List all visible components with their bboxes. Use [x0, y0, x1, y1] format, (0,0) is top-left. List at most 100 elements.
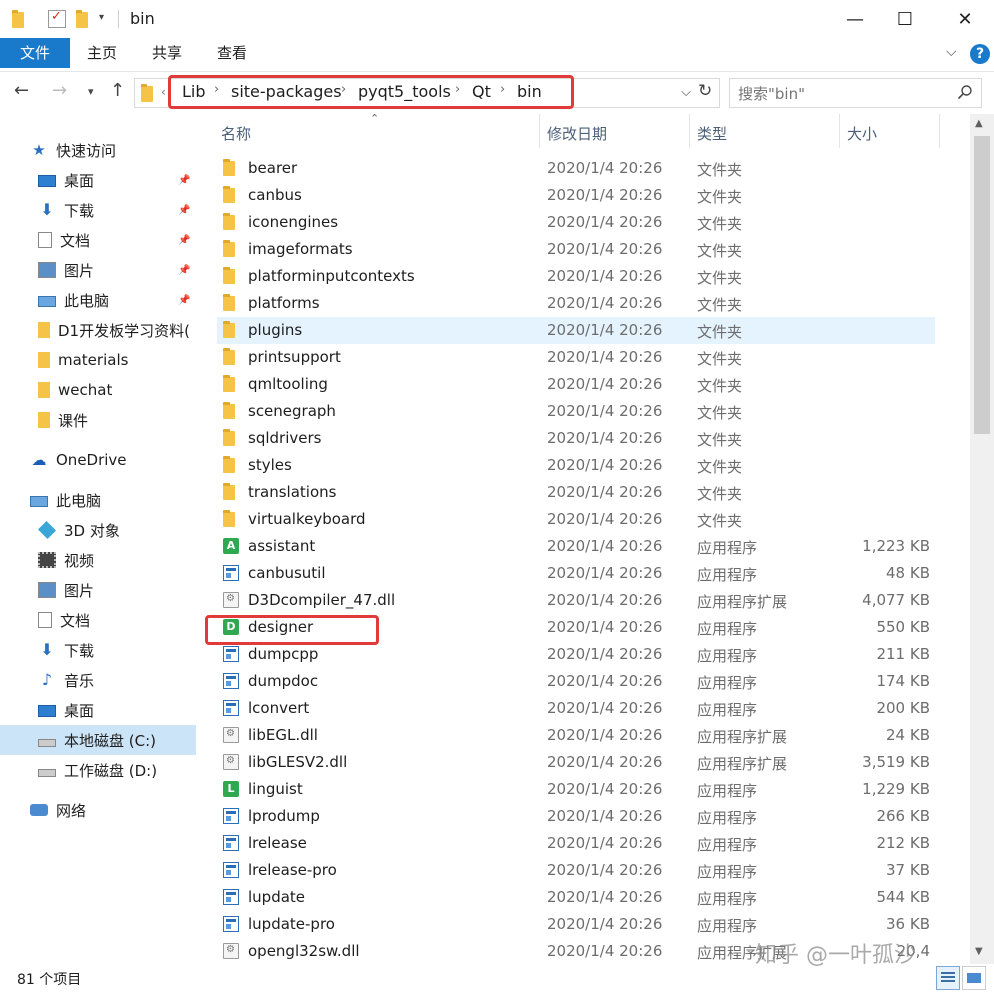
up-icon[interactable]: ↑: [110, 80, 125, 101]
vertical-scrollbar[interactable]: ▲ ▼: [970, 114, 994, 964]
nav-item[interactable]: ⬇ 下载: [0, 635, 196, 665]
file-row[interactable]: sqldrivers 2020/1/4 20:26 文件夹: [217, 425, 935, 452]
file-row[interactable]: canbusutil 2020/1/4 20:26 应用程序 48 KB: [217, 560, 935, 587]
column-size[interactable]: 大小: [847, 123, 877, 144]
tab-file[interactable]: 文件: [0, 38, 70, 68]
scrollbar-thumb[interactable]: [974, 136, 990, 434]
column-name[interactable]: 名称: [221, 123, 251, 144]
pin-icon[interactable]: 📌: [178, 175, 190, 186]
file-row[interactable]: dumpcpp 2020/1/4 20:26 应用程序 211 KB: [217, 641, 935, 668]
details-view-icon[interactable]: [936, 966, 960, 990]
file-row[interactable]: lrelease-pro 2020/1/4 20:26 应用程序 37 KB: [217, 857, 935, 884]
scroll-down-icon[interactable]: ▼: [975, 946, 983, 957]
file-row[interactable]: plugins 2020/1/4 20:26 文件夹: [217, 317, 935, 344]
file-row[interactable]: lprodump 2020/1/4 20:26 应用程序 266 KB: [217, 803, 935, 830]
forward-icon[interactable]: →: [52, 80, 67, 101]
breadcrumb-site-packages[interactable]: site-packages: [231, 82, 342, 101]
file-row[interactable]: qmltooling 2020/1/4 20:26 文件夹: [217, 371, 935, 398]
file-row[interactable]: virtualkeyboard 2020/1/4 20:26 文件夹: [217, 506, 935, 533]
search-box[interactable]: [729, 78, 982, 108]
nav-item[interactable]: ☁ OneDrive: [0, 445, 196, 475]
file-row[interactable]: iconengines 2020/1/4 20:26 文件夹: [217, 209, 935, 236]
nav-item[interactable]: 此电脑: [0, 485, 196, 515]
scroll-up-icon[interactable]: ▲: [975, 118, 983, 129]
search-input[interactable]: [738, 84, 948, 104]
file-row[interactable]: lrelease 2020/1/4 20:26 应用程序 212 KB: [217, 830, 935, 857]
nav-item[interactable]: wechat: [0, 375, 196, 405]
column-divider[interactable]: [539, 114, 540, 148]
nav-item[interactable]: 工作磁盘 (D:): [0, 755, 196, 785]
pin-icon[interactable]: 📌: [178, 265, 190, 276]
file-row[interactable]: Llinguist 2020/1/4 20:26 应用程序 1,229 KB: [217, 776, 935, 803]
expand-ribbon-icon[interactable]: ⌵: [946, 44, 957, 60]
refresh-icon[interactable]: ↻: [698, 81, 712, 101]
file-row[interactable]: translations 2020/1/4 20:26 文件夹: [217, 479, 935, 506]
tab-share[interactable]: 共享: [137, 38, 197, 68]
pin-icon[interactable]: 📌: [178, 235, 190, 246]
large-icons-view-icon[interactable]: [962, 966, 986, 990]
nav-item[interactable]: D1开发板学习资料(: [0, 315, 196, 345]
chevron-right-icon[interactable]: ›: [341, 82, 346, 97]
nav-item[interactable]: ★ 快速访问: [0, 135, 196, 165]
file-row[interactable]: lupdate-pro 2020/1/4 20:26 应用程序 36 KB: [217, 911, 935, 938]
file-row[interactable]: imageformats 2020/1/4 20:26 文件夹: [217, 236, 935, 263]
chevron-right-icon[interactable]: ›: [455, 82, 460, 97]
file-type: 文件夹: [697, 350, 743, 368]
file-row[interactable]: libGLESV2.dll 2020/1/4 20:26 应用程序扩展 3,519 K…: [217, 749, 935, 776]
nav-item[interactable]: 图片: [0, 575, 196, 605]
nav-item[interactable]: 文档 📌: [0, 225, 196, 255]
breadcrumb-lib[interactable]: Lib: [182, 82, 206, 101]
file-row[interactable]: canbus 2020/1/4 20:26 文件夹: [217, 182, 935, 209]
column-type[interactable]: 类型: [697, 123, 727, 144]
file-row[interactable]: D3Dcompiler_47.dll 2020/1/4 20:26 应用程序扩展 4,…: [217, 587, 935, 614]
nav-item[interactable]: materials: [0, 345, 196, 375]
close-button[interactable]: ✕: [940, 0, 990, 38]
column-date[interactable]: 修改日期: [547, 123, 607, 144]
column-divider[interactable]: [689, 114, 690, 148]
column-divider[interactable]: [939, 114, 940, 148]
file-row[interactable]: dumpdoc 2020/1/4 20:26 应用程序 174 KB: [217, 668, 935, 695]
file-row[interactable]: platforminputcontexts 2020/1/4 20:26 文件夹: [217, 263, 935, 290]
chevron-right-icon[interactable]: ›: [214, 82, 219, 97]
breadcrumb-pyqt5-tools[interactable]: pyqt5_tools: [358, 82, 451, 101]
maximize-button[interactable]: ☐: [880, 0, 930, 38]
nav-item[interactable]: 本地磁盘 (C:): [0, 725, 196, 755]
file-row[interactable]: libEGL.dll 2020/1/4 20:26 应用程序扩展 24 KB: [217, 722, 935, 749]
back-icon[interactable]: ←: [14, 80, 29, 101]
minimize-button[interactable]: —: [830, 0, 880, 38]
nav-item[interactable]: 视频: [0, 545, 196, 575]
nav-item[interactable]: 此电脑 📌: [0, 285, 196, 315]
file-row[interactable]: lconvert 2020/1/4 20:26 应用程序 200 KB: [217, 695, 935, 722]
chevron-down-icon[interactable]: ⌵: [681, 85, 691, 100]
nav-item[interactable]: 桌面: [0, 695, 196, 725]
column-divider[interactable]: [839, 114, 840, 148]
file-row[interactable]: platforms 2020/1/4 20:26 文件夹: [217, 290, 935, 317]
nav-item[interactable]: 图片 📌: [0, 255, 196, 285]
nav-item[interactable]: 3D 对象: [0, 515, 196, 545]
nav-item[interactable]: ♪ 音乐: [0, 665, 196, 695]
file-row[interactable]: lupdate 2020/1/4 20:26 应用程序 544 KB: [217, 884, 935, 911]
new-folder-icon[interactable]: [76, 10, 88, 28]
nav-item[interactable]: 课件: [0, 405, 196, 435]
file-row[interactable]: styles 2020/1/4 20:26 文件夹: [217, 452, 935, 479]
breadcrumb-bin[interactable]: bin: [517, 82, 542, 101]
recent-locations-icon[interactable]: ▾: [88, 85, 94, 98]
properties-icon[interactable]: ✓: [48, 9, 66, 28]
customize-toolbar-icon[interactable]: ▾: [99, 12, 104, 23]
pin-icon[interactable]: 📌: [178, 205, 190, 216]
search-icon[interactable]: [957, 84, 973, 100]
file-row[interactable]: bearer 2020/1/4 20:26 文件夹: [217, 155, 935, 182]
help-icon[interactable]: ?: [970, 44, 990, 64]
file-row[interactable]: Aassistant 2020/1/4 20:26 应用程序 1,223 KB: [217, 533, 935, 560]
pin-icon[interactable]: 📌: [178, 295, 190, 306]
nav-item[interactable]: 文档: [0, 605, 196, 635]
chevron-right-icon[interactable]: ›: [500, 82, 505, 97]
file-row[interactable]: printsupport 2020/1/4 20:26 文件夹: [217, 344, 935, 371]
file-row[interactable]: scenegraph 2020/1/4 20:26 文件夹: [217, 398, 935, 425]
nav-item[interactable]: 桌面 📌: [0, 165, 196, 195]
tab-home[interactable]: 主页: [72, 38, 132, 68]
nav-item[interactable]: 网络: [0, 795, 196, 825]
breadcrumb-qt[interactable]: Qt: [472, 82, 491, 101]
nav-item[interactable]: ⬇ 下载 📌: [0, 195, 196, 225]
tab-view[interactable]: 查看: [202, 38, 262, 68]
